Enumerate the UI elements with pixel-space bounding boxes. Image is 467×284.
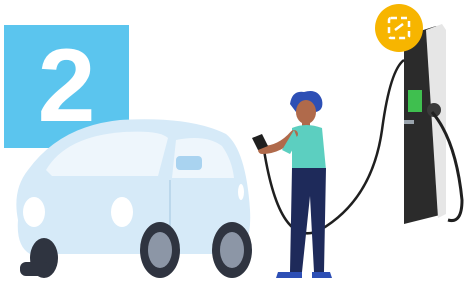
charging-connector-icon bbox=[375, 4, 423, 52]
person-charging bbox=[252, 91, 332, 278]
illustration-svg bbox=[16, 4, 464, 278]
ev-charging-illustration: 2 bbox=[0, 0, 467, 284]
charging-station bbox=[404, 24, 464, 224]
charger-screen bbox=[408, 90, 422, 112]
electric-car bbox=[16, 119, 252, 278]
